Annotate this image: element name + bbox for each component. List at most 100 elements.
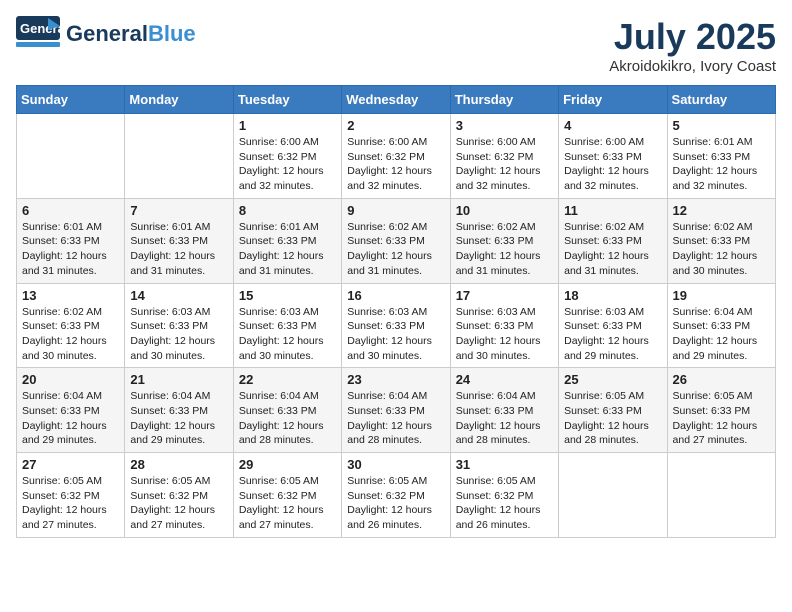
day-number: 5 xyxy=(673,118,770,133)
cell-sun-info: Sunrise: 6:02 AM Sunset: 6:33 PM Dayligh… xyxy=(673,220,770,279)
calendar-cell: 19 Sunrise: 6:04 AM Sunset: 6:33 PM Dayli… xyxy=(667,283,775,368)
day-number: 21 xyxy=(130,372,227,387)
day-number: 25 xyxy=(564,372,661,387)
cell-sun-info: Sunrise: 6:00 AM Sunset: 6:32 PM Dayligh… xyxy=(456,135,553,194)
cell-sun-info: Sunrise: 6:04 AM Sunset: 6:33 PM Dayligh… xyxy=(22,389,119,448)
weekday-header-sunday: Sunday xyxy=(17,86,125,114)
calendar-cell xyxy=(125,114,233,199)
logo: General GeneralBlue xyxy=(16,16,196,52)
cell-sun-info: Sunrise: 6:01 AM Sunset: 6:33 PM Dayligh… xyxy=(22,220,119,279)
cell-sun-info: Sunrise: 6:04 AM Sunset: 6:33 PM Dayligh… xyxy=(673,305,770,364)
calendar-cell: 25 Sunrise: 6:05 AM Sunset: 6:33 PM Dayli… xyxy=(559,368,667,453)
day-number: 28 xyxy=(130,457,227,472)
cell-sun-info: Sunrise: 6:05 AM Sunset: 6:32 PM Dayligh… xyxy=(347,474,444,533)
calendar-cell: 10 Sunrise: 6:02 AM Sunset: 6:33 PM Dayli… xyxy=(450,198,558,283)
calendar-cell: 18 Sunrise: 6:03 AM Sunset: 6:33 PM Dayli… xyxy=(559,283,667,368)
title-block: July 2025 Akroidokikro, Ivory Coast xyxy=(609,16,776,75)
cell-sun-info: Sunrise: 6:03 AM Sunset: 6:33 PM Dayligh… xyxy=(564,305,661,364)
cell-sun-info: Sunrise: 6:03 AM Sunset: 6:33 PM Dayligh… xyxy=(239,305,336,364)
calendar-cell xyxy=(667,453,775,538)
day-number: 31 xyxy=(456,457,553,472)
week-row-1: 1Sunrise: 6:00 AM Sunset: 6:32 PM Daylig… xyxy=(17,114,776,199)
cell-sun-info: Sunrise: 6:04 AM Sunset: 6:33 PM Dayligh… xyxy=(239,389,336,448)
calendar-cell: 17Sunrise: 6:03 AM Sunset: 6:33 PM Dayli… xyxy=(450,283,558,368)
day-number: 20 xyxy=(22,372,119,387)
weekday-header-thursday: Thursday xyxy=(450,86,558,114)
location: Akroidokikro, Ivory Coast xyxy=(609,58,776,75)
month-title: July 2025 xyxy=(609,16,776,58)
day-number: 6 xyxy=(22,203,119,218)
logo-text: GeneralBlue xyxy=(66,23,196,45)
day-number: 14 xyxy=(130,288,227,303)
calendar-cell: 5 Sunrise: 6:01 AM Sunset: 6:33 PM Daylig… xyxy=(667,114,775,199)
cell-sun-info: Sunrise: 6:04 AM Sunset: 6:33 PM Dayligh… xyxy=(456,389,553,448)
calendar-cell: 6 Sunrise: 6:01 AM Sunset: 6:33 PM Daylig… xyxy=(17,198,125,283)
weekday-header-row: SundayMondayTuesdayWednesdayThursdayFrid… xyxy=(17,86,776,114)
calendar-cell: 12Sunrise: 6:02 AM Sunset: 6:33 PM Dayli… xyxy=(667,198,775,283)
cell-sun-info: Sunrise: 6:02 AM Sunset: 6:33 PM Dayligh… xyxy=(564,220,661,279)
calendar-cell xyxy=(17,114,125,199)
cell-sun-info: Sunrise: 6:05 AM Sunset: 6:32 PM Dayligh… xyxy=(239,474,336,533)
weekday-header-wednesday: Wednesday xyxy=(342,86,450,114)
calendar-cell: 27Sunrise: 6:05 AM Sunset: 6:32 PM Dayli… xyxy=(17,453,125,538)
day-number: 4 xyxy=(564,118,661,133)
cell-sun-info: Sunrise: 6:02 AM Sunset: 6:33 PM Dayligh… xyxy=(456,220,553,279)
day-number: 26 xyxy=(673,372,770,387)
cell-sun-info: Sunrise: 6:05 AM Sunset: 6:32 PM Dayligh… xyxy=(456,474,553,533)
cell-sun-info: Sunrise: 6:00 AM Sunset: 6:32 PM Dayligh… xyxy=(239,135,336,194)
day-number: 3 xyxy=(456,118,553,133)
cell-sun-info: Sunrise: 6:03 AM Sunset: 6:33 PM Dayligh… xyxy=(347,305,444,364)
cell-sun-info: Sunrise: 6:02 AM Sunset: 6:33 PM Dayligh… xyxy=(22,305,119,364)
day-number: 8 xyxy=(239,203,336,218)
day-number: 30 xyxy=(347,457,444,472)
calendar-cell: 23 Sunrise: 6:04 AM Sunset: 6:33 PM Dayli… xyxy=(342,368,450,453)
calendar-cell: 9Sunrise: 6:02 AM Sunset: 6:33 PM Daylig… xyxy=(342,198,450,283)
calendar-cell: 15 Sunrise: 6:03 AM Sunset: 6:33 PM Dayli… xyxy=(233,283,341,368)
calendar-cell: 14 Sunrise: 6:03 AM Sunset: 6:33 PM Dayli… xyxy=(125,283,233,368)
cell-sun-info: Sunrise: 6:04 AM Sunset: 6:33 PM Dayligh… xyxy=(347,389,444,448)
weekday-header-saturday: Saturday xyxy=(667,86,775,114)
day-number: 22 xyxy=(239,372,336,387)
calendar-cell: 28 Sunrise: 6:05 AM Sunset: 6:32 PM Dayli… xyxy=(125,453,233,538)
page-header: General GeneralBlue July 2025 Akroidokik… xyxy=(16,16,776,75)
day-number: 11 xyxy=(564,203,661,218)
cell-sun-info: Sunrise: 6:01 AM Sunset: 6:33 PM Dayligh… xyxy=(673,135,770,194)
calendar-cell xyxy=(559,453,667,538)
calendar-cell: 13 Sunrise: 6:02 AM Sunset: 6:33 PM Dayli… xyxy=(17,283,125,368)
day-number: 18 xyxy=(564,288,661,303)
calendar-cell: 3 Sunrise: 6:00 AM Sunset: 6:32 PM Daylig… xyxy=(450,114,558,199)
day-number: 2 xyxy=(347,118,444,133)
week-row-2: 6 Sunrise: 6:01 AM Sunset: 6:33 PM Daylig… xyxy=(17,198,776,283)
day-number: 15 xyxy=(239,288,336,303)
day-number: 19 xyxy=(673,288,770,303)
day-number: 23 xyxy=(347,372,444,387)
calendar-cell: 21Sunrise: 6:04 AM Sunset: 6:33 PM Dayli… xyxy=(125,368,233,453)
cell-sun-info: Sunrise: 6:01 AM Sunset: 6:33 PM Dayligh… xyxy=(130,220,227,279)
calendar-cell: 4Sunrise: 6:00 AM Sunset: 6:33 PM Daylig… xyxy=(559,114,667,199)
calendar-cell: 1Sunrise: 6:00 AM Sunset: 6:32 PM Daylig… xyxy=(233,114,341,199)
calendar-cell: 26 Sunrise: 6:05 AM Sunset: 6:33 PM Dayli… xyxy=(667,368,775,453)
week-row-4: 20 Sunrise: 6:04 AM Sunset: 6:33 PM Dayli… xyxy=(17,368,776,453)
calendar-cell: 31 Sunrise: 6:05 AM Sunset: 6:32 PM Dayli… xyxy=(450,453,558,538)
day-number: 9 xyxy=(347,203,444,218)
calendar-cell: 16 Sunrise: 6:03 AM Sunset: 6:33 PM Dayli… xyxy=(342,283,450,368)
day-number: 10 xyxy=(456,203,553,218)
cell-sun-info: Sunrise: 6:03 AM Sunset: 6:33 PM Dayligh… xyxy=(130,305,227,364)
day-number: 16 xyxy=(347,288,444,303)
day-number: 7 xyxy=(130,203,227,218)
cell-sun-info: Sunrise: 6:05 AM Sunset: 6:33 PM Dayligh… xyxy=(564,389,661,448)
day-number: 13 xyxy=(22,288,119,303)
calendar-table: SundayMondayTuesdayWednesdayThursdayFrid… xyxy=(16,85,776,538)
cell-sun-info: Sunrise: 6:05 AM Sunset: 6:32 PM Dayligh… xyxy=(130,474,227,533)
cell-sun-info: Sunrise: 6:05 AM Sunset: 6:32 PM Dayligh… xyxy=(22,474,119,533)
cell-sun-info: Sunrise: 6:05 AM Sunset: 6:33 PM Dayligh… xyxy=(673,389,770,448)
weekday-header-monday: Monday xyxy=(125,86,233,114)
week-row-5: 27Sunrise: 6:05 AM Sunset: 6:32 PM Dayli… xyxy=(17,453,776,538)
calendar-cell: 22 Sunrise: 6:04 AM Sunset: 6:33 PM Dayli… xyxy=(233,368,341,453)
cell-sun-info: Sunrise: 6:01 AM Sunset: 6:33 PM Dayligh… xyxy=(239,220,336,279)
cell-sun-info: Sunrise: 6:00 AM Sunset: 6:32 PM Dayligh… xyxy=(347,135,444,194)
weekday-header-tuesday: Tuesday xyxy=(233,86,341,114)
calendar-cell: 8 Sunrise: 6:01 AM Sunset: 6:33 PM Daylig… xyxy=(233,198,341,283)
calendar-cell: 24Sunrise: 6:04 AM Sunset: 6:33 PM Dayli… xyxy=(450,368,558,453)
calendar-cell: 2 Sunrise: 6:00 AM Sunset: 6:32 PM Daylig… xyxy=(342,114,450,199)
